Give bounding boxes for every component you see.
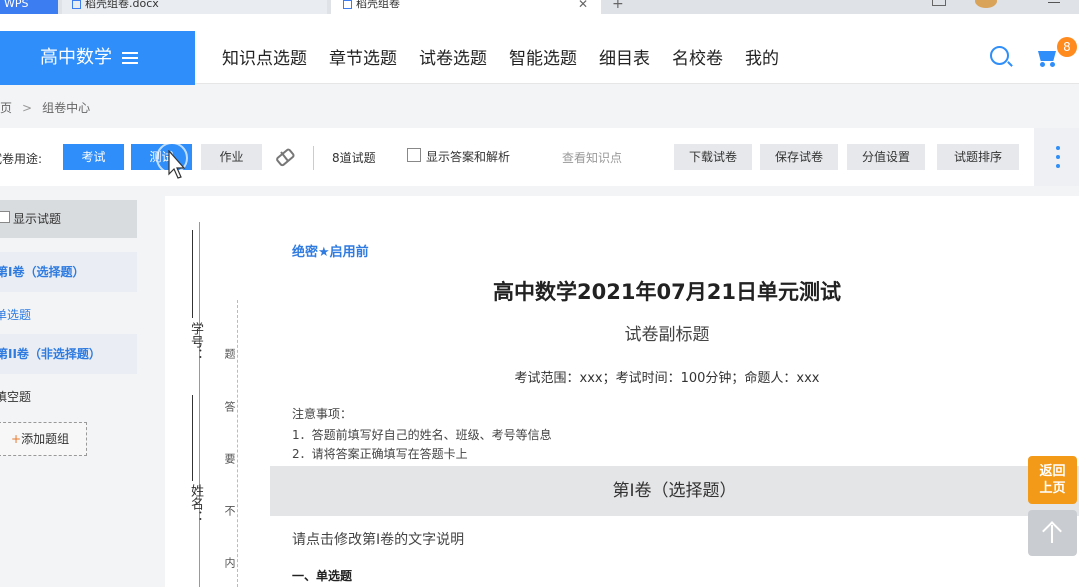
note-item: 2．请将答案正确填写在答题卡上 — [292, 447, 468, 461]
tab-docx-label: 稻壳组卷.docx — [85, 0, 159, 10]
download-paper-button[interactable]: 下载试卷 — [674, 144, 752, 170]
binding-line — [199, 222, 200, 587]
usage-exam-button[interactable]: 考试 — [63, 144, 124, 170]
breadcrumb-home[interactable]: 首页 — [0, 101, 12, 115]
seal-char: 不 — [221, 505, 237, 516]
sort-questions-button[interactable]: 试题排序 — [937, 144, 1019, 170]
avatar[interactable] — [975, 0, 997, 8]
mouse-cursor-icon — [168, 149, 186, 180]
exam-info[interactable]: 考试范围：xxx；考试时间：100分钟；命题人：xxx — [270, 367, 1064, 386]
sidebar-part2-label: 第II卷（非选择题） — [0, 347, 101, 361]
add-group-button[interactable]: +添加题组 — [0, 422, 87, 456]
view-knowledge-link[interactable]: 查看知识点 — [562, 149, 622, 166]
save-paper-button[interactable]: 保存试卷 — [760, 144, 838, 170]
breadcrumb: 首页 > 组卷中心 — [0, 99, 90, 116]
tab-active-label: 稻壳组卷 — [356, 0, 400, 10]
site-header: 高中数学 知识点选题 章节选题 试卷选题 智能选题 细目表 名校卷 我的 — [0, 14, 1079, 85]
underline-student-no — [192, 230, 193, 318]
question-count: 8道试题 — [332, 151, 376, 165]
seal-line — [237, 300, 238, 587]
tab-wps-label: WPS — [4, 0, 29, 10]
sidebar-part2[interactable]: 第II卷（非选择题） — [0, 334, 137, 374]
paper-outline-sidebar: 显示试题 第I卷（选择题） 单选题 第II卷（非选择题） 填空题 +添加题组 — [0, 200, 137, 587]
breadcrumb-current: 组卷中心 — [42, 101, 91, 115]
cart-icon[interactable] — [1034, 47, 1058, 67]
add-group-label: 添加题组 — [21, 432, 70, 446]
document-icon — [343, 0, 352, 9]
eraser-icon[interactable] — [272, 144, 298, 170]
tab-active[interactable]: 稻壳组卷 — [331, 0, 601, 14]
usage-label: 试卷用途: — [0, 152, 43, 166]
browser-tab-bar: WPS 稻壳组卷.docx 稻壳组卷 ✕ + — [0, 0, 1079, 14]
search-icon[interactable] — [990, 46, 1009, 65]
paper-title[interactable]: 高中数学2021年07月21日单元测试 — [270, 276, 1064, 306]
nav-school[interactable]: 名校卷 — [672, 44, 723, 69]
nav-chapter[interactable]: 章节选题 — [329, 44, 397, 69]
sidebar-item-label: 填空题 — [0, 390, 32, 404]
window-icon[interactable] — [932, 0, 946, 6]
document-icon — [72, 0, 81, 9]
paper-subtitle[interactable]: 试卷副标题 — [270, 320, 1064, 345]
section-title: 一、单选题 — [292, 569, 353, 583]
note-item: 1．答题前填写好自己的姓名、班级、考号等信息 — [292, 428, 552, 442]
nav-paper[interactable]: 试卷选题 — [419, 44, 487, 69]
usage-homework-button[interactable]: 作业 — [201, 144, 262, 170]
back-line1: 返回 — [1039, 464, 1066, 479]
subject-selector[interactable]: 高中数学 — [0, 31, 195, 85]
plus-icon: + — [11, 432, 22, 446]
seal-char: 题 — [221, 348, 237, 359]
subject-label: 高中数学 — [40, 47, 112, 68]
sidebar-item-single-choice[interactable]: 单选题 — [0, 306, 31, 323]
nav-table[interactable]: 细目表 — [599, 44, 650, 69]
seal-char: 要 — [221, 453, 237, 464]
more-options-icon[interactable] — [1034, 128, 1079, 186]
part1-description[interactable]: 请点击修改第I卷的文字说明 — [292, 529, 464, 549]
back-previous-button[interactable]: 返回 上页 — [1028, 456, 1077, 504]
breadcrumb-separator: > — [22, 101, 33, 115]
tab-docx[interactable]: 稻壳组卷.docx — [62, 0, 327, 14]
back-line2: 上页 — [1039, 481, 1066, 496]
scroll-top-icon[interactable] — [1028, 510, 1077, 556]
seal-char: 内 — [221, 557, 237, 568]
score-settings-button[interactable]: 分值设置 — [847, 144, 925, 170]
part1-header[interactable]: 第I卷（选择题） — [270, 466, 1079, 516]
notes-heading: 注意事项： — [292, 407, 353, 421]
show-questions-checkbox[interactable] — [0, 211, 10, 223]
menu-icon — [122, 52, 138, 64]
underline-name — [192, 395, 193, 481]
sidebar-header: 显示试题 — [0, 200, 137, 238]
close-tab-icon[interactable]: ✕ — [578, 0, 588, 10]
student-no-label: 学号： — [188, 322, 203, 361]
show-answers-checkbox[interactable] — [407, 148, 421, 162]
sidebar-item-fill-blank[interactable]: 填空题 — [0, 388, 31, 405]
nav-mine[interactable]: 我的 — [745, 44, 779, 69]
seal-char: 答 — [221, 401, 237, 412]
show-questions-label[interactable]: 显示试题 — [13, 210, 61, 227]
nav-knowledge[interactable]: 知识点选题 — [222, 44, 307, 69]
secret-label: 绝密★启用前 — [292, 245, 369, 260]
sidebar-item-label: 单选题 — [0, 308, 32, 322]
main-nav: 知识点选题 章节选题 试卷选题 智能选题 细目表 名校卷 我的 — [222, 44, 779, 69]
sidebar-part1-label: 第I卷（选择题） — [0, 265, 85, 279]
toolbar-divider — [313, 146, 314, 170]
new-tab-icon[interactable]: + — [612, 0, 624, 11]
sidebar-part1[interactable]: 第I卷（选择题） — [0, 252, 137, 292]
nav-smart[interactable]: 智能选题 — [509, 44, 577, 69]
show-answers-label[interactable]: 显示答案和解析 — [426, 148, 510, 165]
cart-badge: 8 — [1057, 37, 1077, 57]
name-label: 姓名： — [188, 484, 203, 523]
tab-wps[interactable]: WPS — [0, 0, 58, 14]
minimize-icon[interactable] — [1048, 2, 1060, 3]
